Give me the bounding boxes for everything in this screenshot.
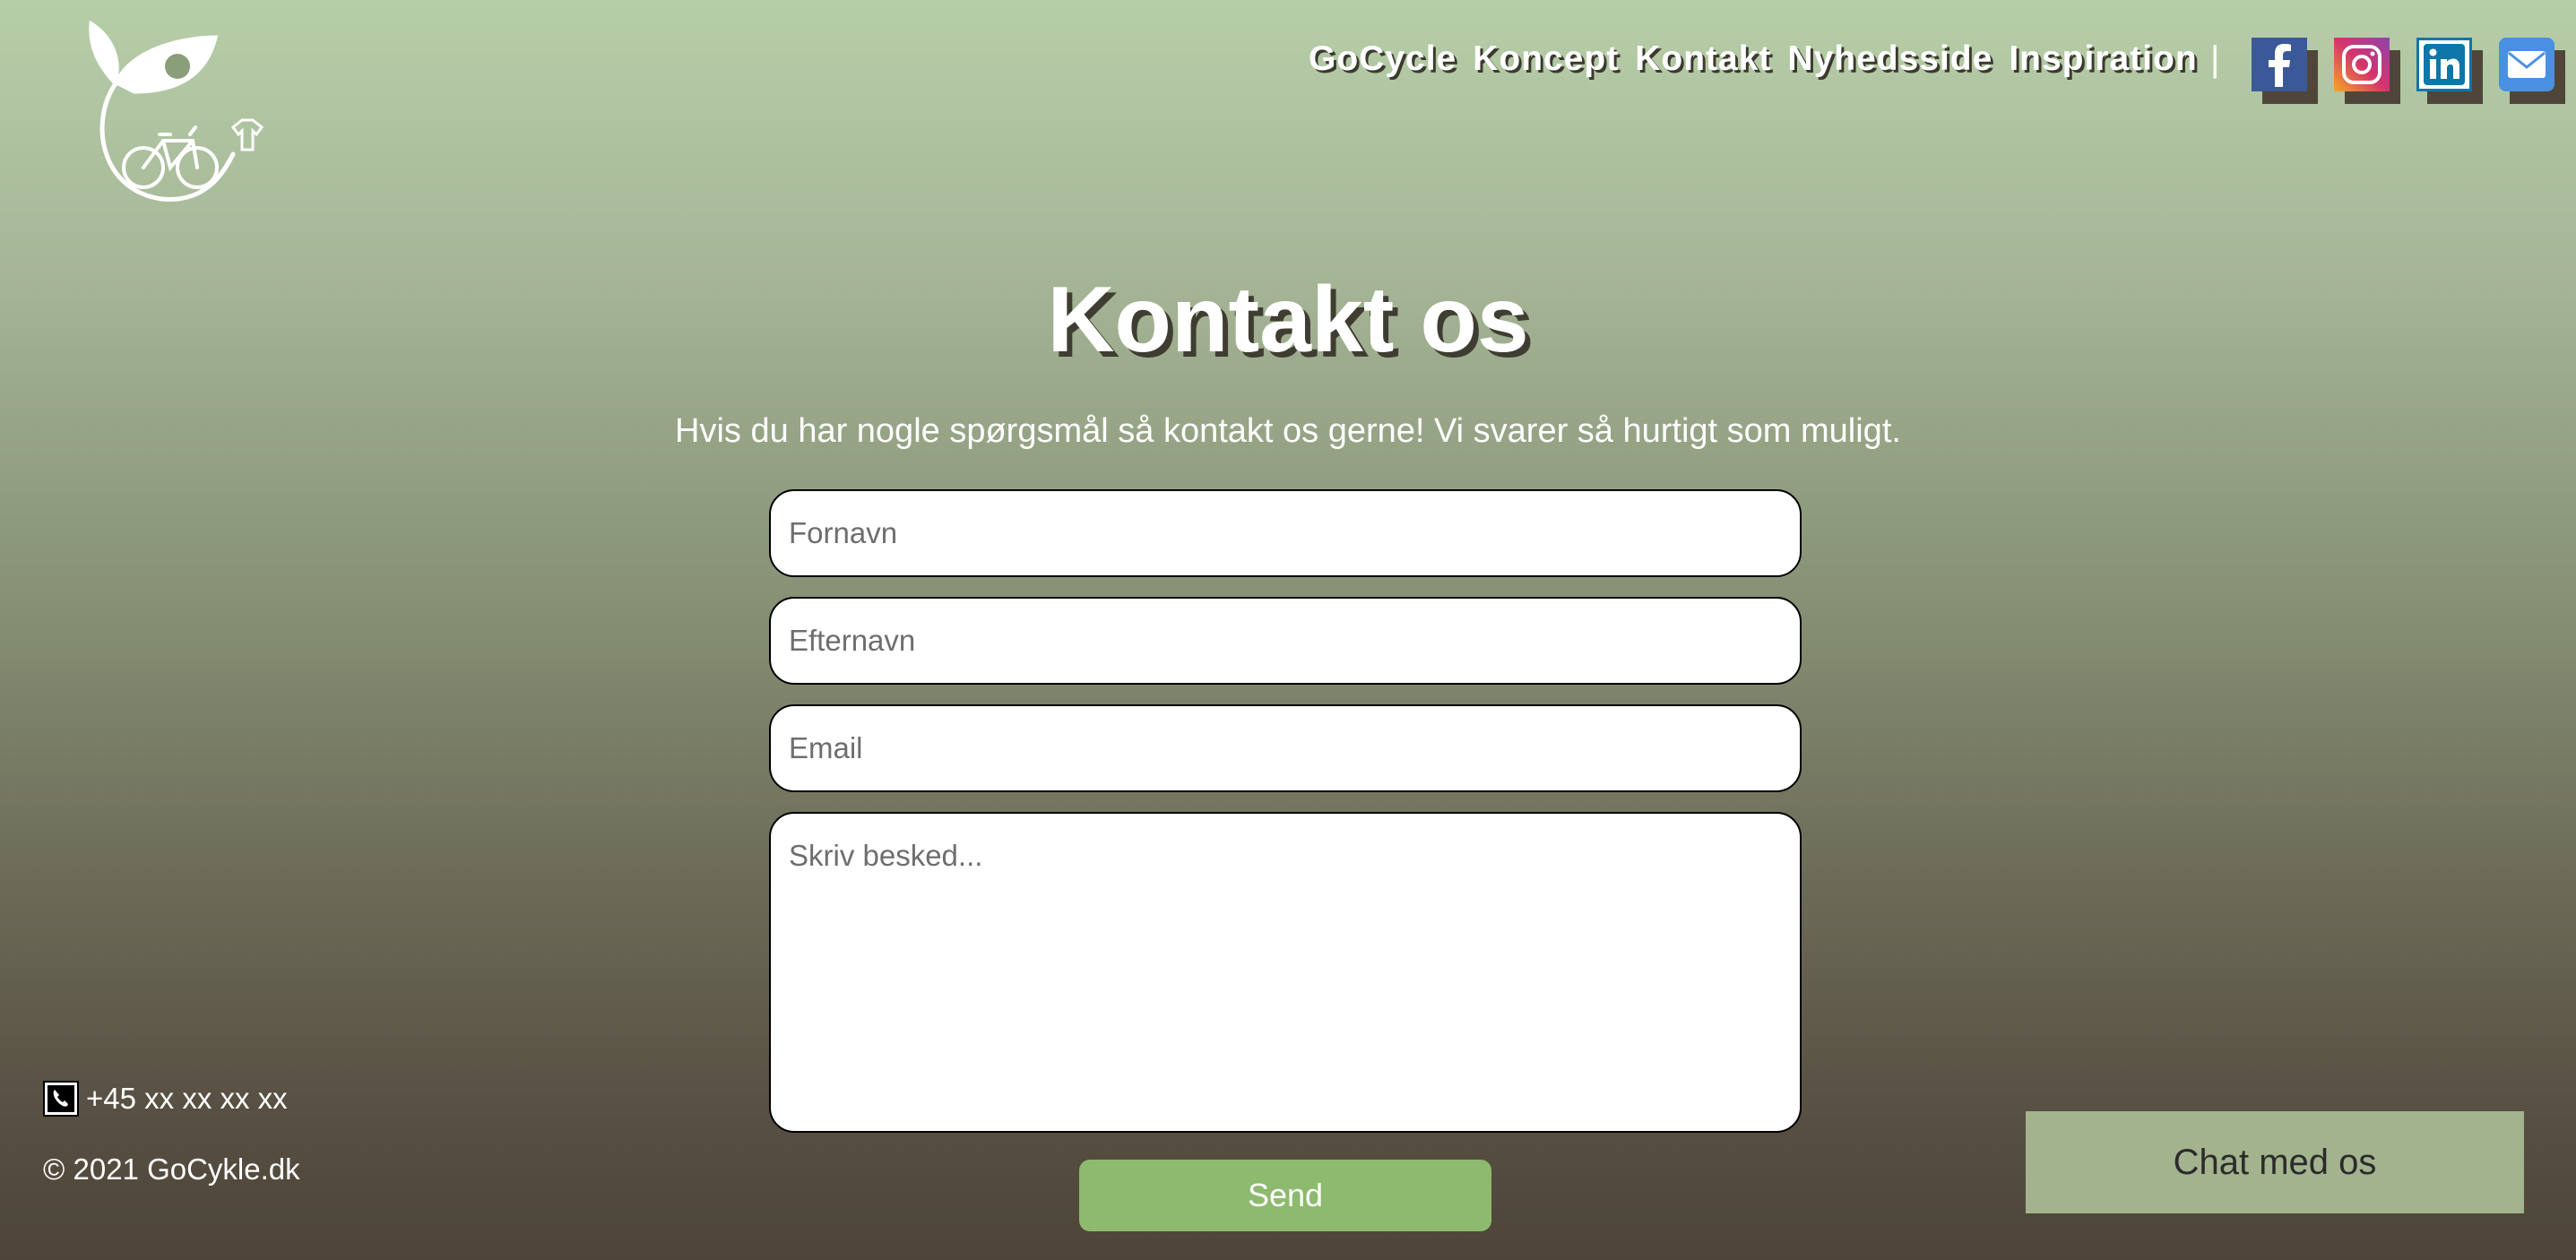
copyright-text: © 2021 GoCykle.dk: [43, 1152, 300, 1186]
chat-button[interactable]: Chat med os: [2026, 1111, 2524, 1213]
firstname-field[interactable]: [769, 489, 1802, 577]
nav-nyhedsside[interactable]: Nyhedsside: [1787, 39, 1993, 79]
nav-separator: |: [2210, 39, 2220, 79]
message-field[interactable]: [769, 812, 1802, 1133]
send-button[interactable]: Send: [1079, 1160, 1491, 1231]
email-link[interactable]: [2499, 38, 2565, 104]
facebook-link[interactable]: [2252, 38, 2318, 104]
nav-koncept[interactable]: Koncept: [1473, 39, 1619, 79]
page-subtitle: Hvis du har nogle spørgsmål så kontakt o…: [675, 412, 1901, 450]
lastname-field[interactable]: [769, 597, 1802, 685]
main-nav: GoCycle Koncept Kontakt Nyhedsside Inspi…: [1309, 39, 2198, 79]
instagram-icon: [2334, 38, 2390, 91]
nav-gocycle[interactable]: GoCycle: [1309, 39, 1457, 79]
leaf-bike-logo-icon: [89, 20, 264, 202]
phone-icon: [43, 1081, 79, 1117]
instagram-link[interactable]: [2334, 38, 2400, 104]
facebook-icon: [2252, 38, 2307, 91]
mail-icon: [2499, 38, 2554, 91]
email-field[interactable]: [769, 704, 1802, 792]
linkedin-link[interactable]: [2416, 38, 2483, 104]
nav-kontakt[interactable]: Kontakt: [1635, 39, 1771, 79]
nav-inspiration[interactable]: Inspiration: [2009, 39, 2197, 79]
linkedin-icon: [2416, 38, 2472, 91]
footer-phone: +45 xx xx xx xx: [43, 1081, 288, 1117]
page-title: Kontakt os: [1047, 268, 1529, 372]
gocycle-logo[interactable]: [81, 20, 278, 208]
phone-number: +45 xx xx xx xx: [86, 1082, 288, 1115]
